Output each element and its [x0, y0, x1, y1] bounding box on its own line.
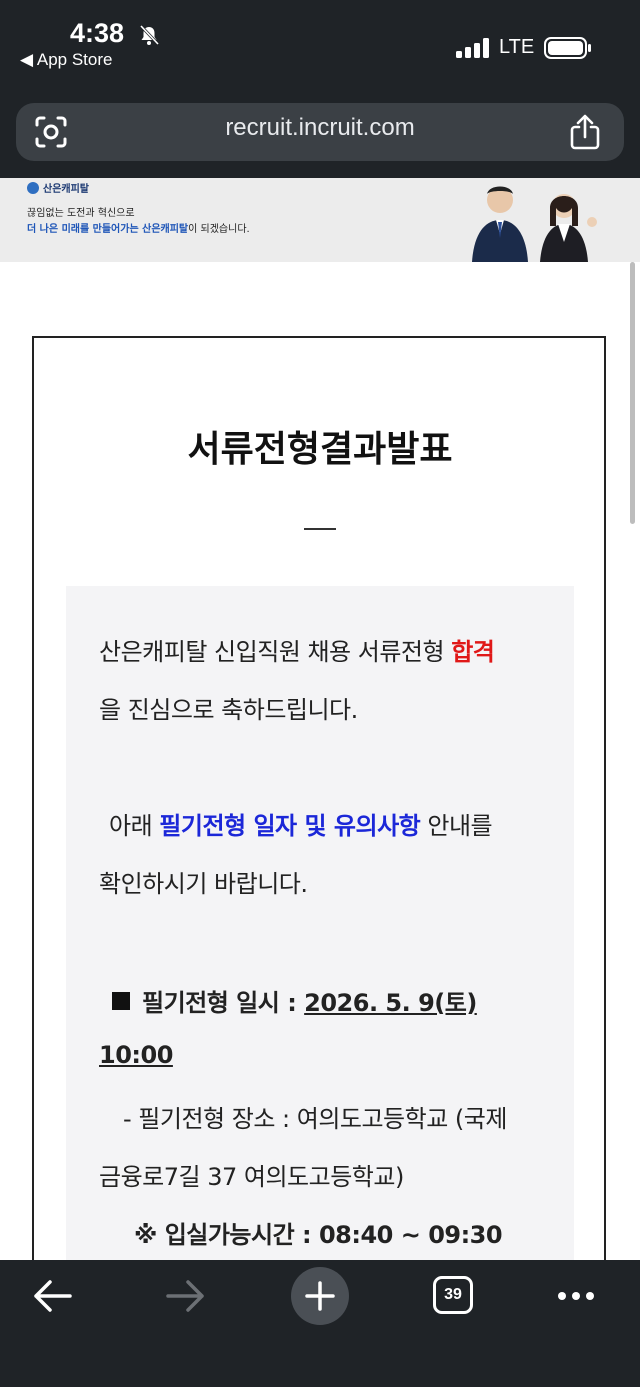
status-time: 4:38	[70, 18, 125, 48]
exam-date: 2026. 5. 9(토)	[304, 989, 477, 1017]
exam-time: 10:00	[99, 1041, 173, 1069]
guide-line-1: 아래 필기전형 일자 및 유의사항 안내를	[109, 806, 493, 841]
entry-time: ※ 입실가능시간 : 08:40 ~ 09:30	[134, 1221, 503, 1249]
exam-place-line-2: 금융로7길 37 여의도고등학교)	[99, 1163, 404, 1191]
signal-icon	[456, 38, 489, 58]
employees-photo	[472, 186, 597, 262]
more-options-icon[interactable]	[556, 1286, 596, 1306]
tab-switcher-button[interactable]: 39	[433, 1276, 473, 1314]
congrats-line-2: 을 진심으로 축하드립니다.	[99, 696, 358, 724]
bell-muted-icon	[139, 24, 160, 46]
guide-text-post: 안내를	[420, 812, 493, 840]
congrats-line-1: 산은캐피탈 신입직원 채용 서류전형 합격	[99, 632, 495, 667]
new-tab-button[interactable]	[291, 1267, 349, 1325]
logo-mark-icon	[27, 181, 39, 194]
company-banner[interactable]: 산은캐피탈 끊임없는 도전과 혁신으로 더 나은 미래를 만들어가는 산은캐피탈…	[0, 178, 640, 262]
share-icon[interactable]	[568, 113, 602, 151]
forward-arrow-icon[interactable]	[164, 1276, 208, 1316]
brand-name: 산은캐피탈	[43, 184, 89, 195]
guide-text-pre: 아래	[109, 812, 160, 840]
exam-place-line-1: - 필기전형 장소 : 여의도고등학교 (국제	[123, 1105, 507, 1133]
exam-datetime: 필기전형 일시 : 2026. 5. 9(토)	[112, 983, 477, 1018]
banner-slogan-rest: 이 되겠습니다.	[188, 224, 250, 235]
congrats-text: 산은캐피탈 신입직원 채용 서류전형	[99, 638, 452, 666]
page-scrollbar[interactable]	[630, 262, 635, 524]
guide-highlight: 필기전형 일자 및 유의사항	[159, 812, 421, 840]
company-logo: 산은캐피탈	[27, 180, 89, 195]
guide-line-2: 확인하시기 바랍니다.	[99, 870, 308, 898]
banner-slogan-1: 끊임없는 도전과 혁신으로	[27, 208, 135, 219]
banner-slogan-2: 더 나은 미래를 만들어가는 산은캐피탈이 되겠습니다.	[27, 220, 250, 235]
title-divider	[304, 528, 336, 530]
exam-label: 필기전형 일시 :	[142, 989, 305, 1017]
page-title: 서류전형결과발표	[187, 429, 453, 470]
banner-slogan-highlight: 더 나은 미래를 만들어가는 산은캐피탈	[27, 224, 189, 235]
url-text[interactable]: recruit.incruit.com	[0, 114, 640, 142]
back-arrow-icon[interactable]	[30, 1276, 74, 1316]
battery-icon	[544, 37, 591, 59]
back-to-app-store[interactable]: ◀ App Store	[20, 50, 112, 70]
square-bullet-icon	[112, 992, 130, 1010]
network-type: LTE	[499, 36, 535, 58]
pass-highlight: 합격	[451, 638, 495, 666]
plus-icon	[305, 1281, 335, 1311]
